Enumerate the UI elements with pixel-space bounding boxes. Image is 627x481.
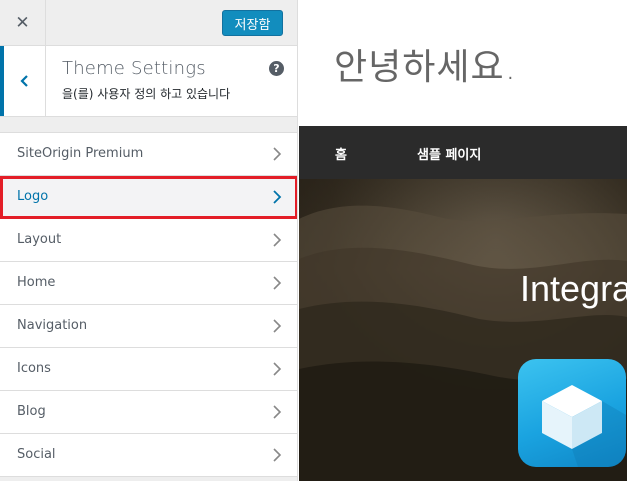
menu-item-logo[interactable]: Logo xyxy=(0,176,297,219)
hero-heading: Integra xyxy=(520,268,627,309)
cube-icon-graphic xyxy=(542,385,626,467)
menu-item-label: Layout xyxy=(17,232,62,247)
section-title: Theme Settings xyxy=(62,58,206,79)
chevron-right-icon xyxy=(273,362,282,376)
chevron-right-icon xyxy=(273,276,282,290)
site-navbar: 홈 샘플 페이지 xyxy=(299,126,627,179)
chevron-right-icon xyxy=(273,147,282,161)
menu-item-label: Logo xyxy=(17,189,49,204)
menu-item-layout[interactable]: Layout xyxy=(0,219,297,262)
chevron-right-icon xyxy=(273,319,282,333)
menu-item-label: Icons xyxy=(17,361,51,376)
menu-item-label: Home xyxy=(17,275,56,290)
nav-link-sample-page[interactable]: 샘플 페이지 xyxy=(417,144,481,163)
chevron-right-icon xyxy=(273,405,282,419)
back-button[interactable] xyxy=(0,46,46,116)
menu-item-blog[interactable]: Blog xyxy=(0,391,297,434)
menu-item-siteorigin-premium[interactable]: SiteOrigin Premium xyxy=(0,133,297,176)
nav-link-home[interactable]: 홈 xyxy=(335,144,347,163)
chevron-right-icon xyxy=(273,448,282,462)
menu-item-label: Blog xyxy=(17,404,46,419)
menu-item-navigation[interactable]: Navigation xyxy=(0,305,297,348)
site-title[interactable]: 안녕하세요. xyxy=(334,38,517,90)
save-button[interactable]: 저장함 xyxy=(222,10,283,36)
menu-item-icons[interactable]: Icons xyxy=(0,348,297,391)
chevron-right-icon xyxy=(273,233,282,247)
section-subtitle: 을(를) 사용자 정의 하고 있습니다 xyxy=(62,87,231,101)
menu-item-label: Social xyxy=(17,447,56,462)
close-icon: ✕ xyxy=(15,12,30,33)
menu-item-label: SiteOrigin Premium xyxy=(17,146,144,161)
chevron-right-icon xyxy=(273,190,282,204)
section-header: Theme Settings 을(를) 사용자 정의 하고 있습니다 ? xyxy=(0,46,297,117)
menu-item-home[interactable]: Home xyxy=(0,262,297,305)
theme-settings-menu: SiteOrigin Premium Logo Layout Home Navi… xyxy=(0,132,297,477)
site-preview: 안녕하세요. 홈 샘플 페이지 Integra xyxy=(299,0,627,481)
chevron-left-icon xyxy=(19,75,28,87)
customizer-header: ✕ 저장함 xyxy=(0,0,297,46)
menu-item-label: Navigation xyxy=(17,318,88,333)
customizer-panel: ✕ 저장함 Theme Settings 을(를) 사용자 정의 하고 있습니다… xyxy=(0,0,298,481)
help-icon[interactable]: ? xyxy=(269,61,284,76)
cube-icon xyxy=(518,359,626,467)
menu-item-social[interactable]: Social xyxy=(0,434,297,477)
close-button[interactable]: ✕ xyxy=(0,0,46,45)
